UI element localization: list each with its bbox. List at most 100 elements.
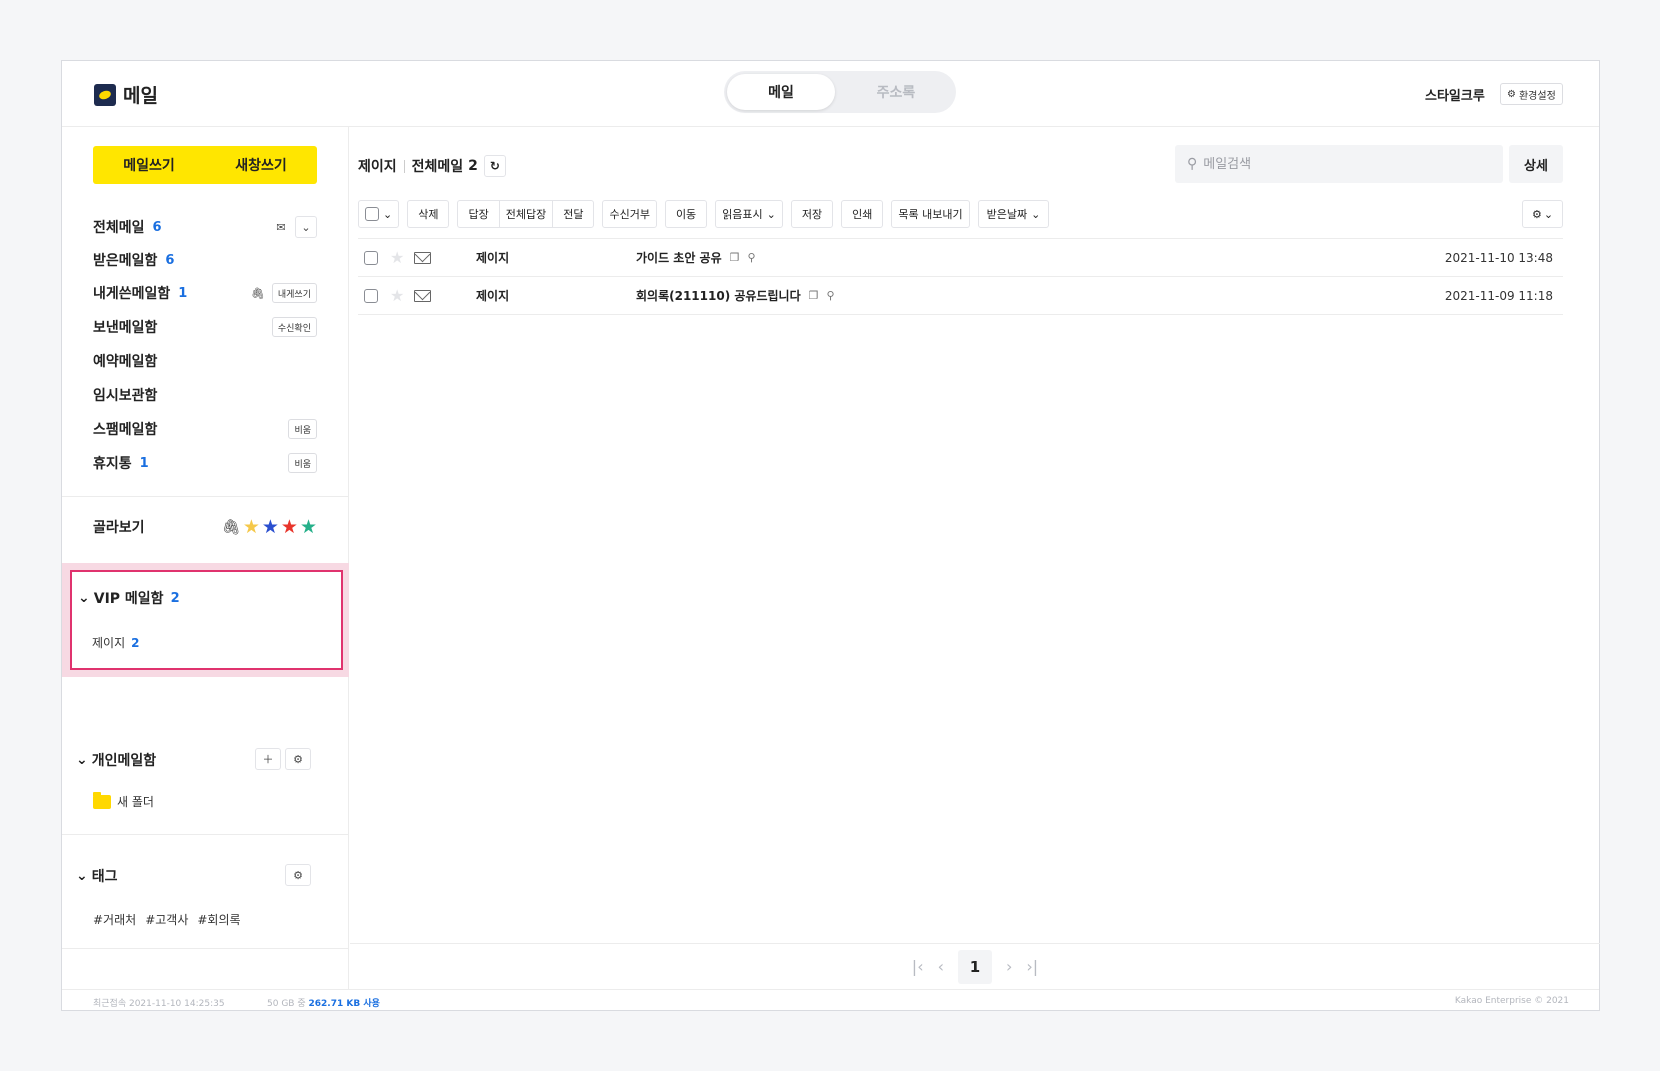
reply-all-button[interactable]: 전체답장	[498, 200, 554, 228]
empty-spam-button[interactable]: 비움	[288, 419, 317, 439]
folder-label: 휴지통	[93, 456, 132, 472]
chevron-down-icon: ⌄	[766, 207, 776, 221]
first-page-icon[interactable]: |‹	[912, 957, 924, 976]
personal-folder-item[interactable]: 새 폴더	[93, 791, 154, 810]
compose-new-window-button[interactable]: 새창쓰기	[205, 146, 317, 184]
sidebar-item-spam[interactable]: 스팸메일함 비움	[93, 417, 317, 441]
chevron-down-icon[interactable]: ⌄	[295, 216, 317, 238]
mark-read-dropdown[interactable]: 읽음표시 ⌄	[715, 200, 783, 228]
last-page-icon[interactable]: ›|	[1026, 957, 1038, 976]
vip-count: 2	[170, 590, 180, 606]
green-star-icon[interactable]: ★	[300, 516, 317, 538]
tab-address-book[interactable]: 주소록	[842, 74, 950, 110]
copy-icon[interactable]: ❐	[730, 251, 740, 264]
sidebar-item-drafts[interactable]: 임시보관함	[93, 383, 317, 407]
message-row[interactable]: ★ 제이지 회의록(211110) 공유드립니다 ❐ ⚲ 2021-11-09 …	[358, 277, 1563, 315]
detail-search-button[interactable]: 상세	[1509, 145, 1563, 183]
sidebar-item-scheduled[interactable]: 예약메일함	[93, 349, 317, 373]
select-all-checkbox[interactable]	[365, 207, 379, 221]
mail-logo-icon	[94, 83, 116, 106]
preview-search-icon[interactable]: ⚲	[748, 251, 756, 264]
print-button[interactable]: 인쇄	[841, 200, 884, 228]
sidebar-item-to-me[interactable]: 내게쓴메일함 1 🖇 내게쓰기	[93, 281, 317, 305]
sort-dropdown[interactable]: 받은날짜 ⌄	[977, 200, 1050, 228]
gear-icon: ⚙	[1531, 207, 1542, 221]
app-window: 메일 메일 주소록 스타일크루 ⚙ 환경설정 메일쓰기 새창쓰기 전체메일 6 …	[61, 60, 1600, 1011]
vip-label: VIP 메일함	[93, 591, 164, 607]
blue-star-icon[interactable]: ★	[262, 516, 279, 538]
row-checkbox[interactable]	[364, 288, 378, 303]
sidebar-item-trash[interactable]: 휴지통 1 비움	[93, 451, 317, 475]
block-sender-button[interactable]: 수신거부	[602, 200, 657, 228]
pagination: |‹ ‹ 1 › ›|	[350, 943, 1600, 989]
tags-label: 태그	[91, 869, 118, 885]
user-name[interactable]: 스타일크루	[1425, 85, 1485, 104]
tag-item[interactable]: #회의록	[197, 911, 240, 928]
yellow-star-icon[interactable]: ★	[243, 516, 260, 538]
envelope-icon[interactable]	[414, 289, 431, 302]
paperclip-filter-icon[interactable]: 🖇	[222, 518, 241, 536]
tags-settings-gear-icon[interactable]: ⚙	[285, 864, 311, 886]
envelope-icon[interactable]: ✉	[271, 216, 291, 238]
next-page-icon[interactable]: ›	[1006, 957, 1012, 976]
write-to-me-button[interactable]: 내게쓰기	[271, 283, 317, 303]
row-checkbox[interactable]	[364, 250, 378, 265]
preview-search-icon[interactable]: ⚲	[826, 289, 834, 302]
paperclip-icon[interactable]: 🖇	[247, 282, 268, 304]
star-icon[interactable]: ★	[390, 286, 404, 305]
refresh-icon[interactable]: ↻	[483, 155, 506, 177]
tab-mail[interactable]: 메일	[727, 74, 835, 110]
prev-page-icon[interactable]: ‹	[938, 957, 944, 976]
footer: 최근접속 2021-11-10 14:25:35 50 GB 중 262.71 …	[62, 989, 1599, 1011]
reply-button[interactable]: 답장	[457, 200, 500, 228]
toolbar: ⌄ 삭제 답장 전체답장 전달 수신거부 이동 읽음표시 ⌄ 저장 인쇄 목록 …	[358, 200, 1050, 228]
add-folder-button[interactable]: ＋	[255, 748, 281, 770]
divider	[62, 834, 349, 835]
last-login: 최근접속 2021-11-10 14:25:35	[93, 999, 225, 1009]
gear-icon: ⚙	[1507, 88, 1516, 100]
copy-icon[interactable]: ❐	[809, 289, 819, 302]
personal-header[interactable]: ⌄ 개인메일함	[76, 750, 156, 770]
filter-label: 골라보기	[93, 520, 145, 536]
export-list-button[interactable]: 목록 내보내기	[891, 200, 970, 228]
divider	[62, 948, 349, 949]
settings-button[interactable]: ⚙ 환경설정	[1500, 83, 1563, 105]
vip-item[interactable]: 제이지 2	[92, 634, 139, 651]
compose-button[interactable]: 메일쓰기	[93, 146, 205, 184]
app-logo[interactable]: 메일	[94, 81, 158, 108]
current-page[interactable]: 1	[958, 949, 992, 984]
message-sender[interactable]: 제이지	[476, 249, 509, 266]
read-receipt-button[interactable]: 수신확인	[271, 317, 317, 337]
list-settings-button[interactable]: ⚙ ⌄	[1522, 200, 1563, 228]
select-all-dropdown[interactable]: ⌄	[358, 200, 400, 228]
sidebar-item-sent[interactable]: 보낸메일함 수신확인	[93, 315, 317, 339]
tag-item[interactable]: #고객사	[145, 911, 188, 928]
empty-trash-button[interactable]: 비움	[288, 453, 317, 473]
sidebar-item-all-mail[interactable]: 전체메일 6 ✉ ⌄	[93, 215, 317, 239]
save-button[interactable]: 저장	[790, 200, 834, 228]
star-icon[interactable]: ★	[390, 248, 404, 267]
tags-header[interactable]: ⌄ 태그	[76, 866, 118, 886]
delete-button[interactable]: 삭제	[407, 200, 450, 228]
forward-button[interactable]: 전달	[552, 200, 595, 228]
subject-text: 회의록(211110) 공유드립니다	[636, 289, 801, 303]
chevron-down-icon: ⌄	[76, 752, 88, 768]
chevron-down-icon: ⌄	[78, 590, 90, 606]
envelope-icon[interactable]	[414, 251, 431, 264]
personal-settings-gear-icon[interactable]: ⚙	[285, 748, 311, 770]
message-sender[interactable]: 제이지	[476, 287, 509, 304]
vip-header[interactable]: ⌄ VIP 메일함 2	[78, 588, 180, 608]
message-subject[interactable]: 회의록(211110) 공유드립니다 ❐ ⚲	[636, 287, 835, 304]
red-star-icon[interactable]: ★	[281, 516, 298, 538]
folder-label: 보낸메일함	[93, 320, 158, 336]
message-subject[interactable]: 가이드 초안 공유 ❐ ⚲	[636, 249, 756, 266]
tag-item[interactable]: #거래처	[93, 911, 136, 928]
message-row[interactable]: ★ 제이지 가이드 초안 공유 ❐ ⚲ 2021-11-10 13:48	[358, 239, 1563, 277]
sidebar-item-inbox[interactable]: 받은메일함 6	[93, 248, 317, 272]
top-header: 메일 메일 주소록 스타일크루 ⚙ 환경설정	[62, 61, 1599, 127]
search-input[interactable]	[1203, 156, 1484, 172]
move-button[interactable]: 이동	[664, 200, 708, 228]
folder-count: 1	[139, 455, 149, 471]
folder-label: 스팸메일함	[93, 422, 158, 438]
usage-total: 50 GB 중	[267, 999, 306, 1009]
